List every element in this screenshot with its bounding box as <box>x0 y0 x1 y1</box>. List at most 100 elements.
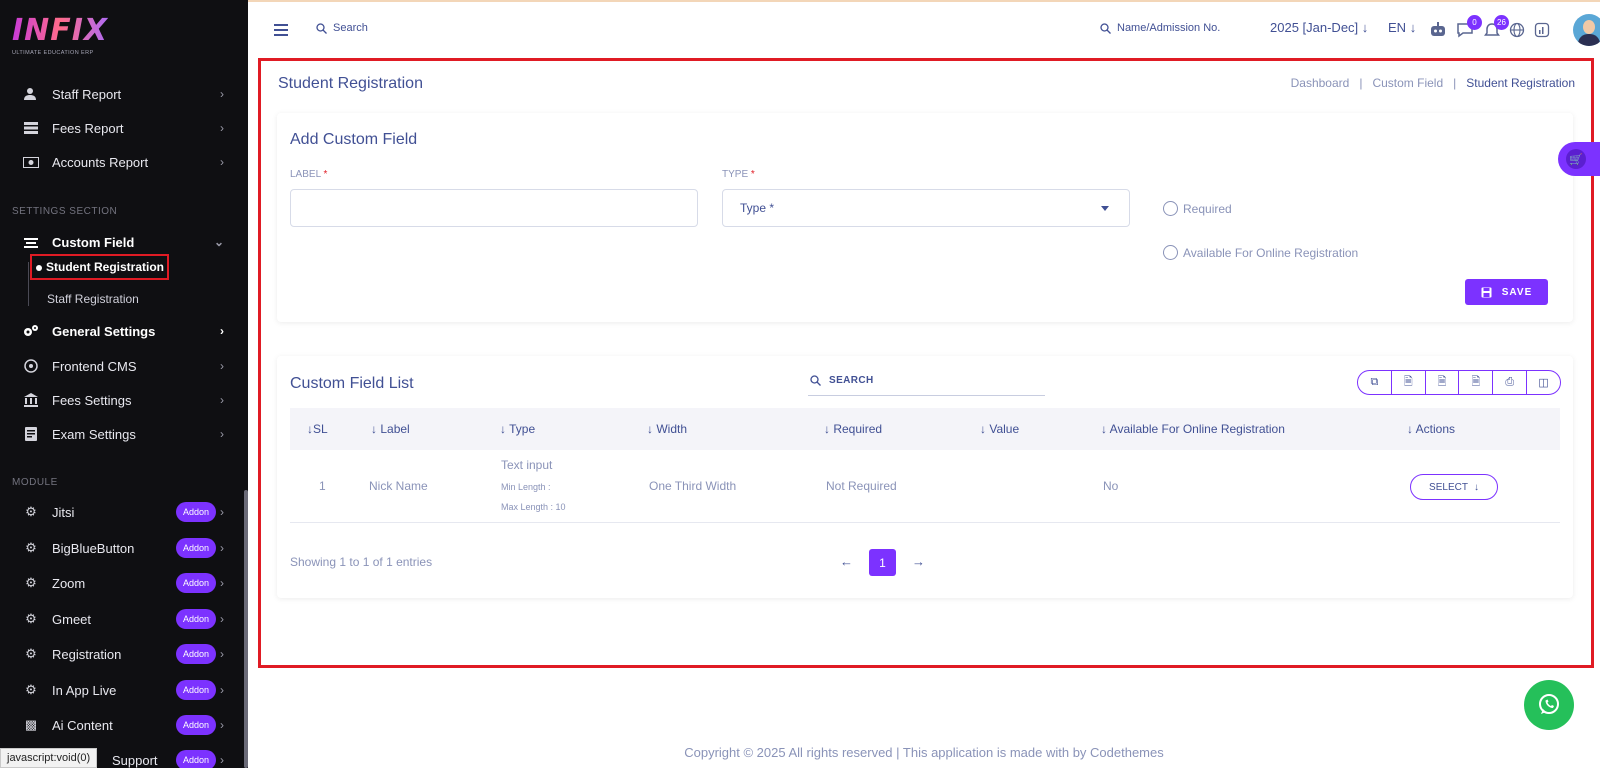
sidebar-subitem-staff-registration[interactable]: Staff Registration <box>47 292 139 306</box>
sidebar-item-fees-report[interactable]: Fees Report › <box>0 113 244 143</box>
type-select-placeholder: Type * <box>740 201 775 215</box>
column-header-actions[interactable]: ↓ Actions <box>1407 422 1455 436</box>
robot-icon[interactable] <box>1428 20 1448 40</box>
logo[interactable]: INFIX ULTIMATE EDUCATION ERP <box>12 13 109 57</box>
chevron-right-icon: › <box>220 87 224 101</box>
search-icon <box>316 22 327 34</box>
student-search-placeholder: Name/Admission No. <box>1117 22 1221 34</box>
chat-badge: 0 <box>1467 15 1482 30</box>
arrow-down-icon: ↓ <box>1361 20 1369 35</box>
cell-label: Nick Name <box>369 479 428 493</box>
column-header-type[interactable]: ↓ Type <box>500 422 535 436</box>
pagination-next-icon[interactable]: → <box>912 554 925 569</box>
user-avatar[interactable] <box>1573 14 1600 46</box>
select-button-label: SELECT <box>1429 481 1468 493</box>
breadcrumb-dashboard[interactable]: Dashboard <box>1291 76 1350 90</box>
gears-icon <box>22 322 40 340</box>
csv-button[interactable]: 🗎 <box>1426 371 1460 394</box>
sidebar-item-custom-field[interactable]: Custom Field ⌄ <box>0 227 244 257</box>
globe-icon[interactable] <box>1507 20 1527 40</box>
addon-badge: Addon <box>175 680 216 700</box>
page-title: Student Registration <box>278 75 423 92</box>
academic-year-value: 2025 [Jan-Dec] <box>1270 20 1359 35</box>
arrow-down-icon: ↓ <box>1473 481 1479 493</box>
logo-text: INFIX <box>12 13 109 48</box>
sidebar-subitem-student-registration[interactable]: Student Registration <box>30 254 169 280</box>
type-field-label-text: TYPE <box>722 169 749 180</box>
copy-button[interactable]: ⧉ <box>1358 371 1392 394</box>
cms-icon <box>22 357 40 375</box>
column-header-online[interactable]: ↓ Available For Online Registration <box>1101 422 1285 436</box>
sidebar-scrollbar[interactable] <box>244 490 248 768</box>
analytics-icon[interactable] <box>1532 20 1552 40</box>
cell-sl: 1 <box>319 479 326 493</box>
sidebar-item-fees-settings[interactable]: Fees Settings › <box>0 385 244 415</box>
sidebar-item-jitsi[interactable]: ⚙ Jitsi Addon › <box>0 497 244 527</box>
excel-button[interactable]: 🗎 <box>1392 371 1426 394</box>
menu-toggle-icon[interactable] <box>274 24 288 39</box>
save-button[interactable]: SAVE <box>1465 279 1548 305</box>
breadcrumb-current: Student Registration <box>1466 76 1575 90</box>
sidebar-item-label: Exam Settings <box>52 426 136 442</box>
fees-report-icon <box>22 119 40 137</box>
sidebar-item-zoom[interactable]: ⚙ Zoom Addon › <box>0 568 244 598</box>
column-header-sl[interactable]: ↓SL <box>307 422 328 436</box>
robot-icon: ▩ <box>24 717 38 732</box>
cell-max-length: Max Length : 10 <box>501 502 566 512</box>
sidebar-item-staff-report[interactable]: Staff Report › <box>0 79 244 109</box>
chevron-down-icon: ⌄ <box>213 235 224 249</box>
column-header-width[interactable]: ↓ Width <box>647 422 687 436</box>
online-registration-radio[interactable]: Available For Online Registration <box>1163 245 1358 260</box>
excel-file-icon: 🗎 <box>1403 376 1413 388</box>
label-field-label: LABEL * <box>290 169 327 180</box>
settings-section-label: SETTINGS SECTION <box>12 206 118 217</box>
type-select[interactable]: Type * <box>722 189 1130 227</box>
sidebar-item-gmeet[interactable]: ⚙ Gmeet Addon › <box>0 604 244 634</box>
chevron-right-icon: › <box>220 155 224 169</box>
column-header-label[interactable]: ↓ Label <box>371 422 410 436</box>
column-header-value[interactable]: ↓ Value <box>980 422 1019 436</box>
chevron-right-icon: › <box>220 718 224 732</box>
breadcrumb-custom-field[interactable]: Custom Field <box>1372 76 1443 90</box>
pagination-prev-icon[interactable]: ← <box>840 554 853 569</box>
csv-file-icon: 🗎 <box>1437 376 1447 388</box>
bank-icon <box>22 391 40 409</box>
bell-icon[interactable]: 26 <box>1482 15 1509 40</box>
save-button-label: SAVE <box>1501 286 1533 298</box>
breadcrumb-separator: | <box>1359 76 1363 90</box>
custom-field-icon <box>22 233 40 251</box>
label-input[interactable] <box>290 189 698 227</box>
academic-year-select[interactable]: 2025 [Jan-Dec] ↓ <box>1270 20 1368 35</box>
pdf-file-icon: 🗎 <box>1471 376 1481 388</box>
plugin-icon: ⚙ <box>25 504 37 519</box>
radio-circle-icon <box>1163 201 1178 216</box>
print-button[interactable]: ⎙ <box>1493 371 1528 394</box>
plugin-icon: ⚙ <box>25 540 37 555</box>
header-search[interactable]: Search <box>316 22 368 34</box>
sidebar-item-exam-settings[interactable]: Exam Settings › <box>0 419 244 449</box>
column-header-required[interactable]: ↓ Required <box>824 422 882 436</box>
sidebar-item-bigbluebutton[interactable]: ⚙ BigBlueButton Addon › <box>0 533 244 563</box>
addon-badge: Addon <box>175 715 216 735</box>
row-actions-select-button[interactable]: SELECT ↓ <box>1410 474 1498 500</box>
sidebar-item-label: Registration <box>52 646 122 662</box>
sidebar-item-general-settings[interactable]: General Settings › <box>0 316 244 346</box>
sidebar-item-frontend-cms[interactable]: Frontend CMS › <box>0 351 244 381</box>
column-visibility-button[interactable]: ◫ <box>1527 371 1560 394</box>
type-field-label: TYPE * <box>722 169 755 180</box>
floating-cart-button[interactable]: 🛒 <box>1558 142 1600 176</box>
pdf-button[interactable]: 🗎 <box>1459 371 1494 394</box>
pagination-page-1[interactable]: 1 <box>869 549 896 576</box>
cart-icon: 🛒 <box>1566 149 1586 169</box>
sidebar-item-accounts-report[interactable]: Accounts Report › <box>0 147 244 177</box>
sidebar-item-in-app-live[interactable]: ⚙ In App Live Addon › <box>0 675 244 705</box>
language-select[interactable]: EN ↓ <box>1388 20 1416 35</box>
table-search-input[interactable]: SEARCH <box>808 366 1045 396</box>
required-radio[interactable]: Required <box>1163 201 1232 216</box>
sidebar-item-registration[interactable]: ⚙ Registration Addon › <box>0 639 244 669</box>
chat-icon[interactable]: 0 <box>1455 15 1482 40</box>
whatsapp-button[interactable] <box>1524 680 1574 730</box>
student-search[interactable]: Name/Admission No. <box>1100 22 1220 34</box>
caret-down-icon <box>1101 206 1109 211</box>
sidebar-item-ai-content[interactable]: ▩ Ai Content Addon › <box>0 710 244 740</box>
